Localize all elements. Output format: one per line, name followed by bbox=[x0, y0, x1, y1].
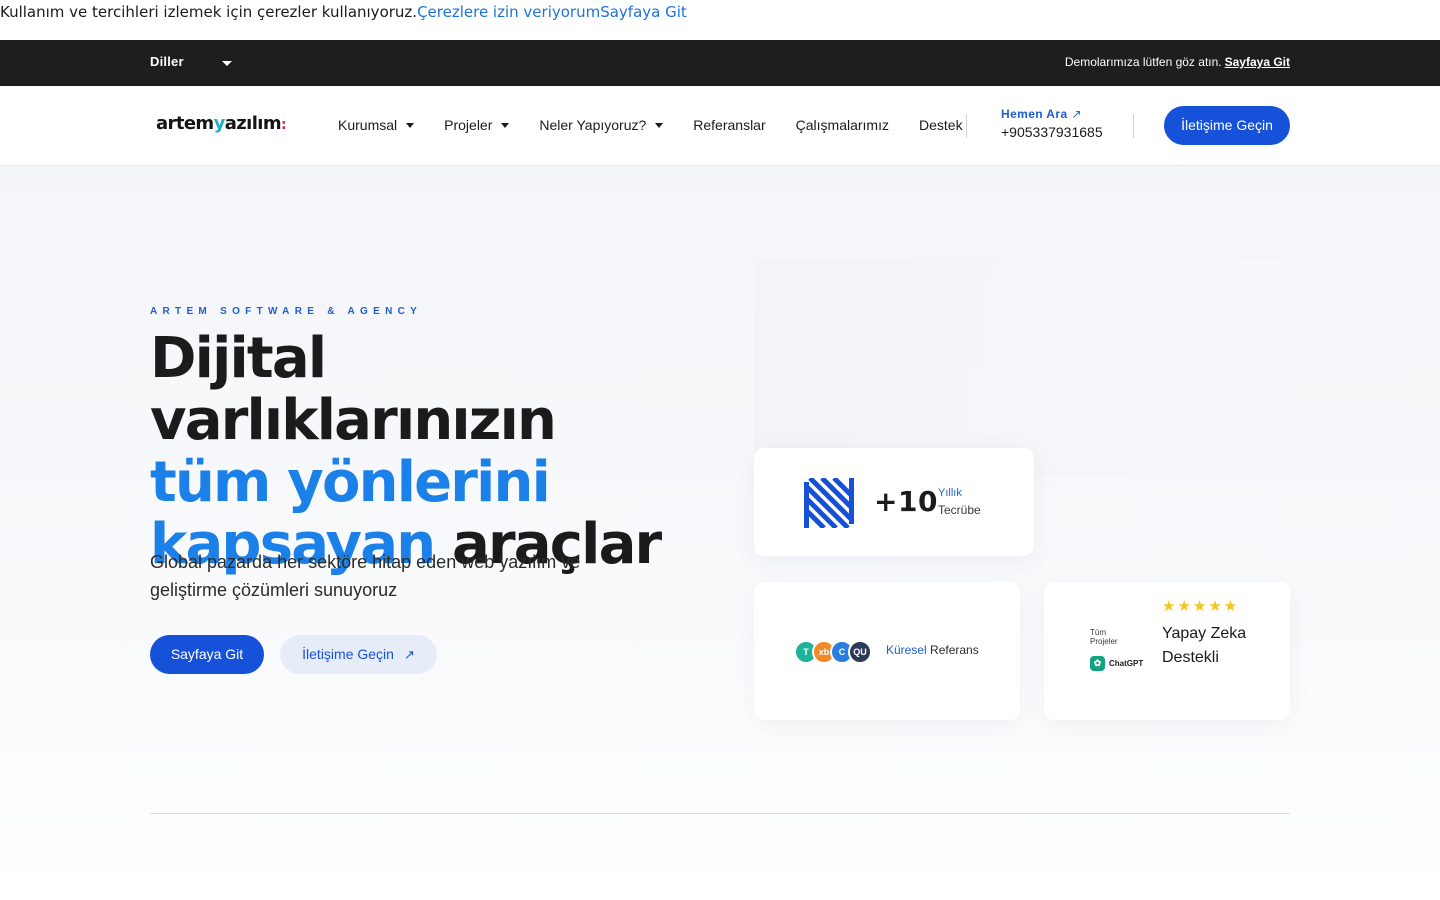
arrow-up-right-icon: ↗ bbox=[403, 647, 415, 662]
language-selector[interactable]: Diller bbox=[150, 54, 184, 69]
nav-item-kurumsal[interactable]: Kurumsal bbox=[338, 117, 415, 133]
all-projects-line2: Projeler bbox=[1090, 637, 1118, 646]
references-label-highlight: Küresel bbox=[886, 643, 927, 657]
nav-item-referanslar[interactable]: Referanslar bbox=[693, 117, 765, 133]
nav-item-neler-yapiyoruz[interactable]: Neler Yapıyoruz? bbox=[539, 117, 664, 133]
rating-stars-icon: ★★★★★ bbox=[1162, 598, 1240, 615]
hero-secondary-label: İletişime Geçin bbox=[302, 646, 394, 662]
chevron-down-icon bbox=[655, 122, 664, 128]
top-bar: Diller Demolarımıza lütfen göz atın. Sayf… bbox=[0, 40, 1440, 86]
nav-item-label: Referanslar bbox=[693, 117, 766, 133]
nav-item-label: Neler Yapıyoruz? bbox=[539, 117, 647, 133]
hero-eyebrow: ARTEM SOFTWARE & AGENCY bbox=[150, 306, 423, 317]
all-projects-line1: Tüm bbox=[1090, 628, 1106, 637]
experience-card: +10 Yıllık Tecrübe bbox=[754, 448, 1034, 556]
main-navigation: artemyazılım: Kurumsal Projeler Neler Ya… bbox=[0, 86, 1440, 166]
demo-link[interactable]: Sayfaya Git bbox=[1225, 55, 1290, 69]
nav-item-label: Çalışmalarımız bbox=[795, 117, 889, 133]
cookie-page-link[interactable]: Sayfaya Git bbox=[600, 3, 687, 21]
logo-dot: : bbox=[281, 117, 287, 133]
chevron-down-icon[interactable] bbox=[222, 61, 232, 66]
cookie-accept-link[interactable]: Çerezlere izin veriyorum bbox=[417, 3, 600, 21]
ai-card: ★★★★★ Tüm Projeler ✿ ChatGPT Yapay Zeka De… bbox=[1044, 582, 1290, 720]
hero-title: Dijital varlıklarınızın tüm yönlerini ka… bbox=[150, 328, 710, 576]
call-label[interactable]: Hemen Ara ↗ bbox=[1001, 107, 1103, 121]
chevron-down-icon bbox=[501, 122, 510, 128]
references-card: T xb C QU Küresel Referans bbox=[754, 582, 1020, 720]
nav-item-calismalarimiz[interactable]: Çalışmalarımız bbox=[796, 117, 889, 133]
ai-supported-text: Yapay Zeka Destekli bbox=[1162, 625, 1247, 666]
references-label-text: Referans bbox=[930, 643, 979, 657]
hero-description: Global pazarda her sektöre hitap eden we… bbox=[150, 552, 581, 600]
nav-menu: Kurumsal Projeler Neler Yapıyoruz? Refer… bbox=[338, 117, 993, 133]
chatgpt-label: ChatGPT bbox=[1109, 659, 1144, 668]
nav-divider bbox=[1133, 114, 1134, 138]
section-divider bbox=[150, 813, 1290, 814]
hero-title-line2: tüm yönlerini bbox=[150, 450, 551, 515]
logo-text-artem: artem bbox=[156, 113, 214, 134]
chevron-down-icon bbox=[406, 122, 415, 128]
logo-text-yazilim: azılım bbox=[224, 113, 282, 134]
nav-item-label: Projeler bbox=[444, 117, 493, 133]
hero-primary-button[interactable]: Sayfaya Git bbox=[150, 635, 264, 674]
client-logo-avatar: QU bbox=[848, 640, 872, 664]
logo[interactable]: artemyazılım: bbox=[156, 113, 287, 134]
references-label: Küresel Referans bbox=[886, 643, 979, 657]
nav-item-destek[interactable]: Destek bbox=[919, 117, 963, 133]
arrow-up-right-icon: ↗ bbox=[1071, 107, 1082, 121]
nav-item-projeler[interactable]: Projeler bbox=[444, 117, 510, 133]
chatgpt-icon: ✿ bbox=[1090, 656, 1105, 671]
demo-text: Demolarımıza lütfen göz atın. bbox=[1064, 55, 1222, 69]
chatgpt-badge: ✿ ChatGPT bbox=[1090, 656, 1143, 671]
nav-item-label: Destek bbox=[919, 117, 963, 133]
all-projects-label: Tüm Projeler bbox=[1090, 628, 1118, 646]
hero-section: ARTEM SOFTWARE & AGENCY Dijital varlıkla… bbox=[0, 166, 1440, 900]
logo-text-y: y bbox=[213, 113, 226, 134]
contact-button[interactable]: İletişime Geçin bbox=[1164, 106, 1290, 145]
call-now[interactable]: Hemen Ara ↗ +905337931685 bbox=[1001, 107, 1103, 140]
experience-number: +10 bbox=[874, 485, 938, 518]
nav-divider bbox=[966, 114, 967, 138]
diagonal-stripes-icon bbox=[804, 478, 854, 528]
cookie-text: Kullanım ve tercihleri izlemek için çere… bbox=[0, 3, 418, 21]
experience-label: Tecrübe bbox=[938, 503, 981, 517]
phone-number[interactable]: +905337931685 bbox=[1001, 124, 1103, 140]
demo-notice: Demolarımıza lütfen göz atın. Sayfaya Git bbox=[1065, 55, 1290, 69]
hero-background-image bbox=[754, 260, 1290, 476]
experience-label-years: Yıllık bbox=[938, 487, 962, 499]
client-logo-stack: T xb C QU bbox=[794, 640, 872, 664]
hero-title-line1: Dijital varlıklarınızın bbox=[150, 326, 557, 453]
nav-item-label: Kurumsal bbox=[338, 117, 398, 133]
cookie-banner: Kullanım ve tercihleri izlemek için çere… bbox=[0, 0, 1440, 40]
hero-secondary-button[interactable]: İletişime Geçin ↗ bbox=[280, 635, 437, 674]
